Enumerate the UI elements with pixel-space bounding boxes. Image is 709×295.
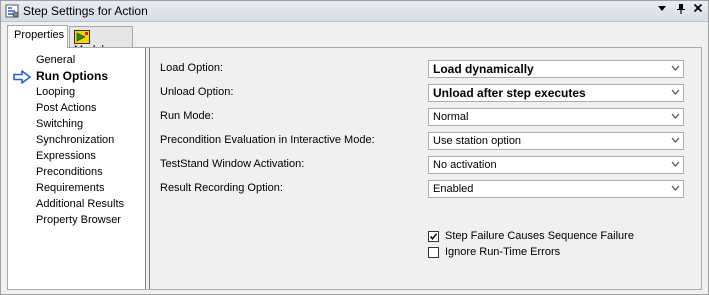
chevron-down-icon xyxy=(667,85,683,101)
nav-item-property-browser[interactable]: Property Browser xyxy=(36,214,121,230)
chevron-down-icon xyxy=(667,157,683,173)
run-options-settings: Load Option: Load dynamically Unload Opt… xyxy=(150,48,701,289)
unload-option-label: Unload Option: xyxy=(160,86,234,98)
step-settings-window: Step Settings for Action Properties Gene… xyxy=(0,0,709,295)
labview-module-icon xyxy=(74,30,90,44)
result-recording-value: Enabled xyxy=(433,183,474,195)
nav-item-synchronization[interactable]: Synchronization xyxy=(36,134,114,150)
chevron-down-icon xyxy=(667,181,683,197)
checkbox-box xyxy=(428,231,439,242)
run-mode-value: Normal xyxy=(433,111,469,123)
title-bar[interactable]: Step Settings for Action xyxy=(1,1,708,22)
load-option-value: Load dynamically xyxy=(433,62,534,76)
selected-category-arrow-icon xyxy=(13,70,31,84)
pin-icon xyxy=(677,4,685,14)
chevron-down-icon xyxy=(667,133,683,149)
precondition-evaluation-value: Use station option xyxy=(433,135,522,147)
window-activation-label: TestStand Window Activation: xyxy=(160,158,305,170)
nav-item-additional-results[interactable]: Additional Results xyxy=(36,198,124,214)
load-option-label: Load Option: xyxy=(160,62,223,74)
tab-strip: Properties Module xyxy=(1,22,708,56)
result-recording-label: Result Recording Option: xyxy=(160,182,283,194)
settings-category-list: General Run Options Looping Post Actions… xyxy=(8,48,145,289)
chevron-down-icon xyxy=(667,109,683,125)
unload-option-value: Unload after step executes xyxy=(433,86,586,100)
ignore-run-time-errors-label: Ignore Run-Time Errors xyxy=(445,246,561,258)
window-title: Step Settings for Action xyxy=(23,4,148,18)
window-activation-value: No activation xyxy=(433,159,497,171)
check-icon xyxy=(429,233,438,240)
checkbox-box xyxy=(428,247,439,258)
window-activation-dropdown[interactable]: No activation xyxy=(428,156,684,174)
run-mode-dropdown[interactable]: Normal xyxy=(428,108,684,126)
nav-item-post-actions[interactable]: Post Actions xyxy=(36,102,97,118)
precondition-evaluation-dropdown[interactable]: Use station option xyxy=(428,132,684,150)
nav-item-switching[interactable]: Switching xyxy=(36,118,83,134)
precondition-evaluation-label: Precondition Evaluation in Interactive M… xyxy=(160,134,375,146)
run-mode-label: Run Mode: xyxy=(160,110,214,122)
chevron-down-icon xyxy=(658,6,666,11)
unload-option-dropdown[interactable]: Unload after step executes xyxy=(428,84,684,102)
window-menu-dropdown-button[interactable] xyxy=(655,3,669,18)
tab-properties[interactable]: Properties xyxy=(7,25,68,48)
step-settings-icon xyxy=(5,4,19,18)
tab-properties-label: Properties xyxy=(14,29,65,41)
nav-item-run-options[interactable]: Run Options xyxy=(36,69,108,85)
nav-item-expressions[interactable]: Expressions xyxy=(36,150,96,166)
properties-panel: General Run Options Looping Post Actions… xyxy=(7,47,702,290)
result-recording-dropdown[interactable]: Enabled xyxy=(428,180,684,198)
nav-item-requirements[interactable]: Requirements xyxy=(36,182,104,198)
nav-item-preconditions[interactable]: Preconditions xyxy=(36,166,103,182)
tab-module[interactable]: Module xyxy=(69,26,133,56)
pin-button[interactable] xyxy=(674,3,688,18)
load-option-dropdown[interactable]: Load dynamically xyxy=(428,60,684,78)
chevron-down-icon xyxy=(667,61,683,77)
close-icon xyxy=(693,3,703,13)
close-button[interactable] xyxy=(691,3,705,18)
nav-item-looping[interactable]: Looping xyxy=(36,86,75,102)
step-failure-checkbox-label: Step Failure Causes Sequence Failure xyxy=(445,230,634,242)
nav-item-general[interactable]: General xyxy=(36,54,75,70)
